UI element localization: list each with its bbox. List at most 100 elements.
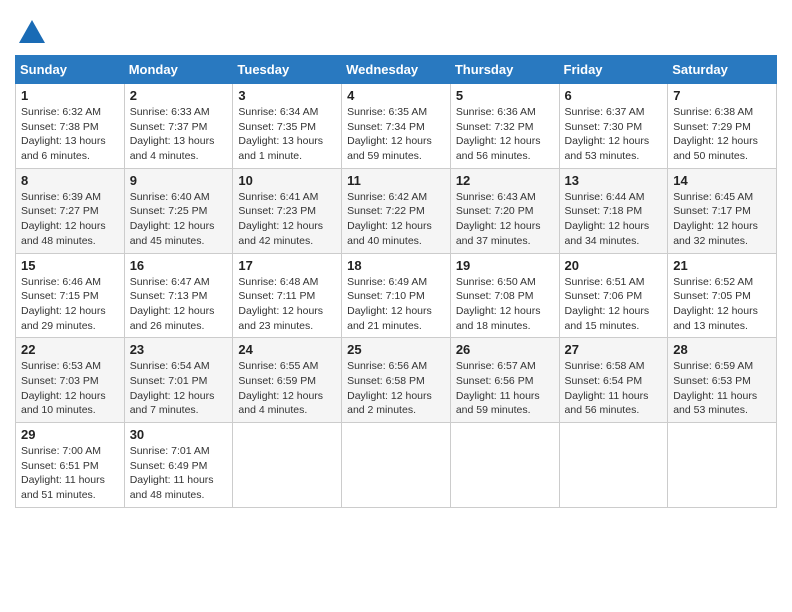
calendar-cell: 8 Sunrise: 6:39 AMSunset: 7:27 PMDaylight… bbox=[16, 168, 125, 253]
calendar-cell: 7 Sunrise: 6:38 AMSunset: 7:29 PMDaylight… bbox=[668, 84, 777, 169]
calendar-table: SundayMondayTuesdayWednesdayThursdayFrid… bbox=[15, 55, 777, 508]
calendar-cell bbox=[233, 423, 342, 508]
weekday-header-saturday: Saturday bbox=[668, 56, 777, 84]
day-number: 19 bbox=[456, 258, 554, 273]
calendar-week-5: 29 Sunrise: 7:00 AMSunset: 6:51 PMDayligh… bbox=[16, 423, 777, 508]
weekday-header-friday: Friday bbox=[559, 56, 668, 84]
day-number: 2 bbox=[130, 88, 228, 103]
calendar-cell: 18 Sunrise: 6:49 AMSunset: 7:10 PMDayligh… bbox=[342, 253, 451, 338]
calendar-cell bbox=[668, 423, 777, 508]
calendar-cell: 13Sunrise: 6:44 AMSunset: 7:18 PMDayligh… bbox=[559, 168, 668, 253]
calendar-cell bbox=[450, 423, 559, 508]
day-info: Sunrise: 6:45 AMSunset: 7:17 PMDaylight:… bbox=[673, 190, 771, 249]
calendar-cell: 15 Sunrise: 6:46 AMSunset: 7:15 PMDayligh… bbox=[16, 253, 125, 338]
day-info: Sunrise: 6:32 AMSunset: 7:38 PMDaylight:… bbox=[21, 105, 119, 164]
calendar-cell: 14 Sunrise: 6:45 AMSunset: 7:17 PMDayligh… bbox=[668, 168, 777, 253]
calendar-header-row: SundayMondayTuesdayWednesdayThursdayFrid… bbox=[16, 56, 777, 84]
calendar-cell: 27 Sunrise: 6:58 AMSunset: 6:54 PMDayligh… bbox=[559, 338, 668, 423]
calendar-cell: 4 Sunrise: 6:35 AMSunset: 7:34 PMDaylight… bbox=[342, 84, 451, 169]
logo-icon bbox=[17, 15, 47, 45]
calendar-cell: 2 Sunrise: 6:33 AMSunset: 7:37 PMDaylight… bbox=[124, 84, 233, 169]
calendar-cell: 28 Sunrise: 6:59 AMSunset: 6:53 PMDayligh… bbox=[668, 338, 777, 423]
weekday-header-wednesday: Wednesday bbox=[342, 56, 451, 84]
calendar-cell: 22Sunrise: 6:53 AMSunset: 7:03 PMDayligh… bbox=[16, 338, 125, 423]
day-info: Sunrise: 6:37 AMSunset: 7:30 PMDaylight:… bbox=[565, 105, 663, 164]
day-info: Sunrise: 6:34 AMSunset: 7:35 PMDaylight:… bbox=[238, 105, 336, 164]
calendar-cell: 21Sunrise: 6:52 AMSunset: 7:05 PMDayligh… bbox=[668, 253, 777, 338]
weekday-header-monday: Monday bbox=[124, 56, 233, 84]
day-number: 1 bbox=[21, 88, 119, 103]
calendar-cell: 26 Sunrise: 6:57 AMSunset: 6:56 PMDayligh… bbox=[450, 338, 559, 423]
day-number: 7 bbox=[673, 88, 771, 103]
day-number: 6 bbox=[565, 88, 663, 103]
day-info: Sunrise: 6:44 AMSunset: 7:18 PMDaylight:… bbox=[565, 190, 663, 249]
calendar-cell: 19 Sunrise: 6:50 AMSunset: 7:08 PMDayligh… bbox=[450, 253, 559, 338]
day-number: 15 bbox=[21, 258, 119, 273]
calendar-cell: 20 Sunrise: 6:51 AMSunset: 7:06 PMDayligh… bbox=[559, 253, 668, 338]
day-number: 20 bbox=[565, 258, 663, 273]
day-info: Sunrise: 6:42 AMSunset: 7:22 PMDaylight:… bbox=[347, 190, 445, 249]
calendar-week-4: 22Sunrise: 6:53 AMSunset: 7:03 PMDayligh… bbox=[16, 338, 777, 423]
day-info: Sunrise: 6:54 AMSunset: 7:01 PMDaylight:… bbox=[130, 359, 228, 418]
day-info: Sunrise: 6:51 AMSunset: 7:06 PMDaylight:… bbox=[565, 275, 663, 334]
calendar-cell: 24 Sunrise: 6:55 AMSunset: 6:59 PMDayligh… bbox=[233, 338, 342, 423]
calendar-cell: 9 Sunrise: 6:40 AMSunset: 7:25 PMDaylight… bbox=[124, 168, 233, 253]
weekday-header-tuesday: Tuesday bbox=[233, 56, 342, 84]
day-info: Sunrise: 6:33 AMSunset: 7:37 PMDaylight:… bbox=[130, 105, 228, 164]
day-info: Sunrise: 6:58 AMSunset: 6:54 PMDaylight:… bbox=[565, 359, 663, 418]
logo bbox=[15, 15, 47, 45]
calendar-week-2: 8 Sunrise: 6:39 AMSunset: 7:27 PMDaylight… bbox=[16, 168, 777, 253]
day-number: 4 bbox=[347, 88, 445, 103]
day-info: Sunrise: 6:40 AMSunset: 7:25 PMDaylight:… bbox=[130, 190, 228, 249]
day-number: 16 bbox=[130, 258, 228, 273]
day-number: 26 bbox=[456, 342, 554, 357]
day-info: Sunrise: 6:56 AMSunset: 6:58 PMDaylight:… bbox=[347, 359, 445, 418]
calendar-cell: 16Sunrise: 6:47 AMSunset: 7:13 PMDayligh… bbox=[124, 253, 233, 338]
day-info: Sunrise: 6:39 AMSunset: 7:27 PMDaylight:… bbox=[21, 190, 119, 249]
day-info: Sunrise: 6:48 AMSunset: 7:11 PMDaylight:… bbox=[238, 275, 336, 334]
day-info: Sunrise: 6:49 AMSunset: 7:10 PMDaylight:… bbox=[347, 275, 445, 334]
calendar-cell: 5 Sunrise: 6:36 AMSunset: 7:32 PMDaylight… bbox=[450, 84, 559, 169]
day-info: Sunrise: 6:55 AMSunset: 6:59 PMDaylight:… bbox=[238, 359, 336, 418]
day-number: 27 bbox=[565, 342, 663, 357]
day-number: 23 bbox=[130, 342, 228, 357]
day-info: Sunrise: 6:57 AMSunset: 6:56 PMDaylight:… bbox=[456, 359, 554, 418]
day-number: 22 bbox=[21, 342, 119, 357]
day-number: 5 bbox=[456, 88, 554, 103]
day-info: Sunrise: 7:01 AMSunset: 6:49 PMDaylight:… bbox=[130, 444, 228, 503]
day-info: Sunrise: 6:35 AMSunset: 7:34 PMDaylight:… bbox=[347, 105, 445, 164]
calendar-cell: 10Sunrise: 6:41 AMSunset: 7:23 PMDayligh… bbox=[233, 168, 342, 253]
day-info: Sunrise: 7:00 AMSunset: 6:51 PMDaylight:… bbox=[21, 444, 119, 503]
day-number: 18 bbox=[347, 258, 445, 273]
calendar-cell bbox=[559, 423, 668, 508]
day-info: Sunrise: 6:43 AMSunset: 7:20 PMDaylight:… bbox=[456, 190, 554, 249]
calendar-week-1: 1 Sunrise: 6:32 AMSunset: 7:38 PMDaylight… bbox=[16, 84, 777, 169]
weekday-header-sunday: Sunday bbox=[16, 56, 125, 84]
calendar-cell: 30Sunrise: 7:01 AMSunset: 6:49 PMDayligh… bbox=[124, 423, 233, 508]
calendar-cell: 11 Sunrise: 6:42 AMSunset: 7:22 PMDayligh… bbox=[342, 168, 451, 253]
calendar-cell: 25 Sunrise: 6:56 AMSunset: 6:58 PMDayligh… bbox=[342, 338, 451, 423]
day-number: 24 bbox=[238, 342, 336, 357]
day-number: 11 bbox=[347, 173, 445, 188]
day-info: Sunrise: 6:41 AMSunset: 7:23 PMDaylight:… bbox=[238, 190, 336, 249]
day-info: Sunrise: 6:59 AMSunset: 6:53 PMDaylight:… bbox=[673, 359, 771, 418]
day-number: 3 bbox=[238, 88, 336, 103]
calendar-cell: 3 Sunrise: 6:34 AMSunset: 7:35 PMDaylight… bbox=[233, 84, 342, 169]
day-info: Sunrise: 6:52 AMSunset: 7:05 PMDaylight:… bbox=[673, 275, 771, 334]
page-header bbox=[15, 15, 777, 45]
calendar-week-3: 15 Sunrise: 6:46 AMSunset: 7:15 PMDayligh… bbox=[16, 253, 777, 338]
day-number: 25 bbox=[347, 342, 445, 357]
day-number: 28 bbox=[673, 342, 771, 357]
day-info: Sunrise: 6:50 AMSunset: 7:08 PMDaylight:… bbox=[456, 275, 554, 334]
day-info: Sunrise: 6:36 AMSunset: 7:32 PMDaylight:… bbox=[456, 105, 554, 164]
day-number: 8 bbox=[21, 173, 119, 188]
calendar-cell bbox=[342, 423, 451, 508]
day-info: Sunrise: 6:38 AMSunset: 7:29 PMDaylight:… bbox=[673, 105, 771, 164]
calendar-cell: 1 Sunrise: 6:32 AMSunset: 7:38 PMDaylight… bbox=[16, 84, 125, 169]
day-number: 9 bbox=[130, 173, 228, 188]
calendar-cell: 6 Sunrise: 6:37 AMSunset: 7:30 PMDaylight… bbox=[559, 84, 668, 169]
day-number: 29 bbox=[21, 427, 119, 442]
day-number: 14 bbox=[673, 173, 771, 188]
day-info: Sunrise: 6:46 AMSunset: 7:15 PMDaylight:… bbox=[21, 275, 119, 334]
weekday-header-thursday: Thursday bbox=[450, 56, 559, 84]
